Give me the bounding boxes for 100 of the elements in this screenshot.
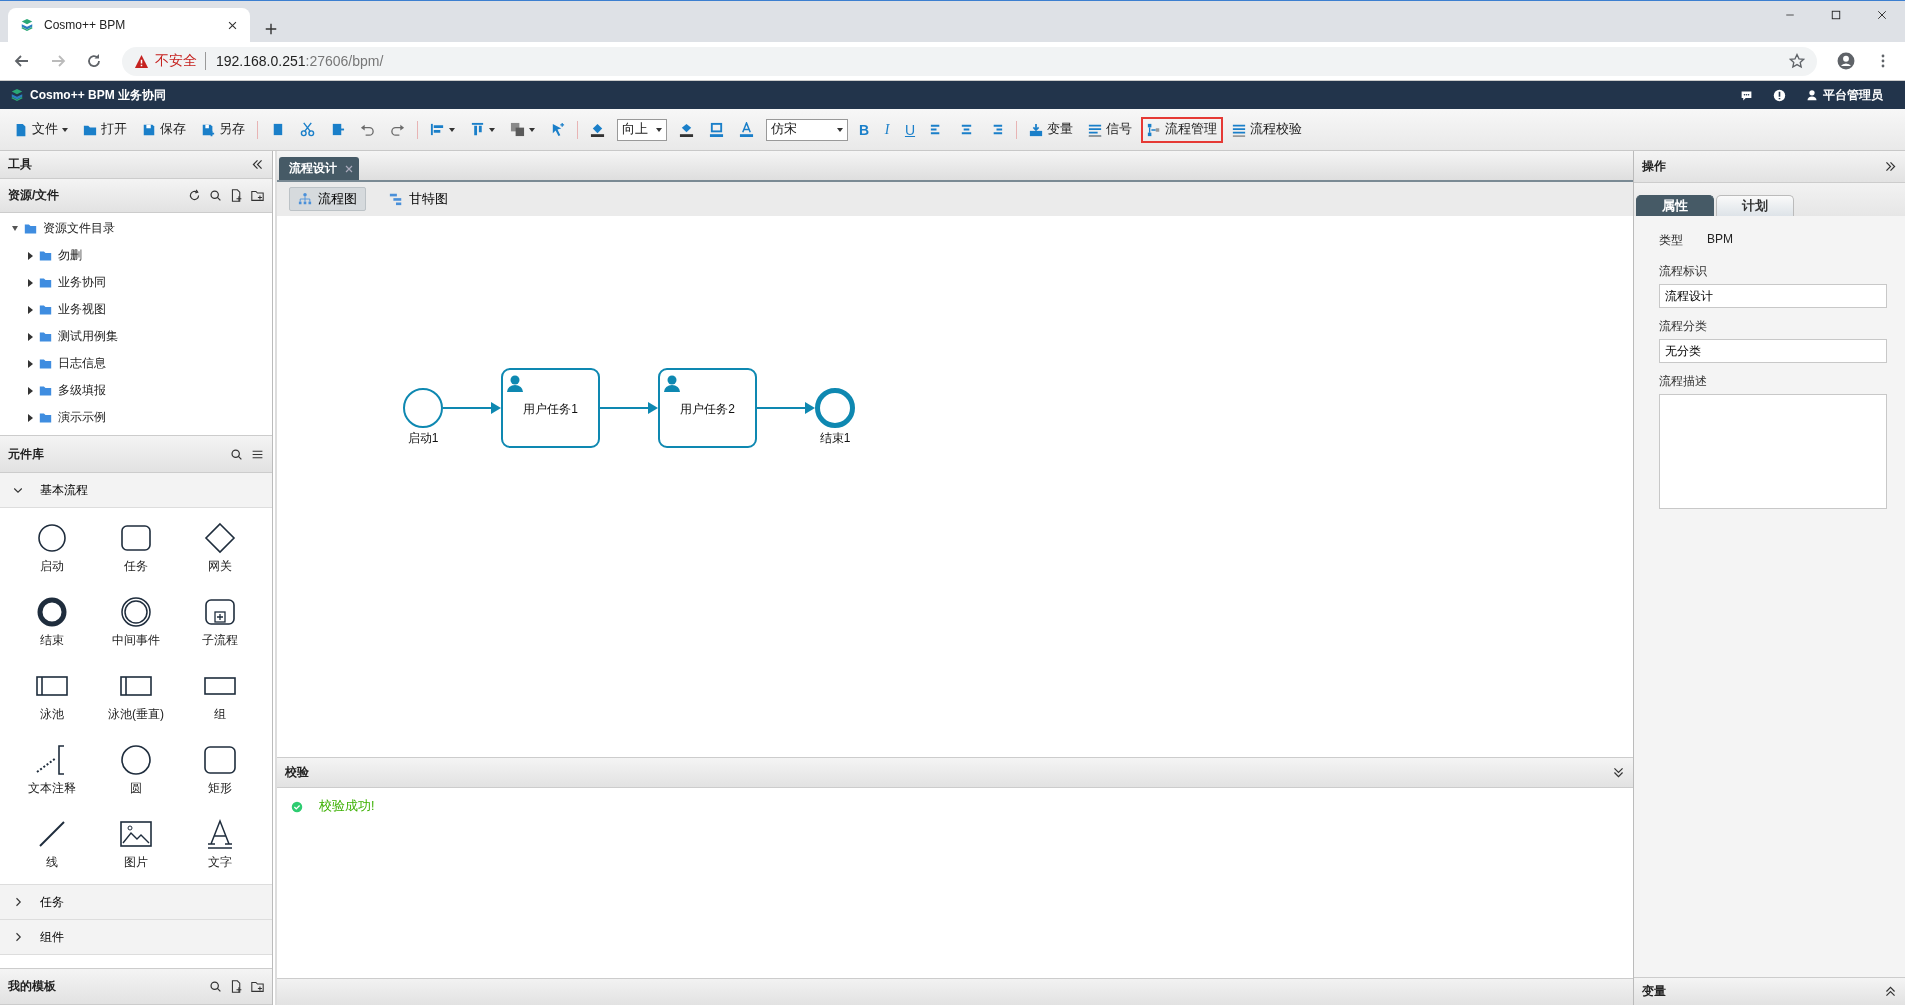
expand-arrow-icon[interactable] xyxy=(28,413,33,422)
input-field[interactable]: 无分类 xyxy=(1659,339,1887,363)
expand-arrow-icon[interactable] xyxy=(28,251,33,260)
dropdown-select[interactable]: 仿宋 xyxy=(766,118,848,141)
address-bar[interactable]: 不安全 192.168.0.251:27606/bpm/ xyxy=(122,46,1817,76)
valign-icon xyxy=(470,122,485,137)
save-as-button[interactable]: 另存 xyxy=(195,116,251,143)
new-tab-button[interactable] xyxy=(264,22,278,36)
profile-button[interactable] xyxy=(1837,52,1855,70)
node-label: 启动1 xyxy=(407,431,439,445)
expand-arrow-icon[interactable] xyxy=(28,359,33,368)
tree-item[interactable]: 勿删 xyxy=(0,242,272,269)
palette-item[interactable]: 组 xyxy=(178,664,262,728)
tree-item[interactable]: 业务协同 xyxy=(0,269,272,296)
description-field[interactable] xyxy=(1659,394,1887,509)
start-event[interactable] xyxy=(403,388,443,428)
user-icon xyxy=(1806,89,1818,101)
expand-arrow-icon[interactable] xyxy=(28,278,33,287)
expand-arrow-icon[interactable] xyxy=(28,305,33,314)
search-icon xyxy=(230,447,243,461)
expand-arrow-icon[interactable] xyxy=(12,226,18,231)
palette-item[interactable]: 线 xyxy=(10,812,94,876)
tree-item[interactable]: 日志信息 xyxy=(0,350,272,377)
messages-button[interactable] xyxy=(1740,88,1753,102)
back-button[interactable] xyxy=(14,53,30,69)
palette-item[interactable]: 泳池 xyxy=(10,664,94,728)
task-node[interactable] xyxy=(501,368,600,448)
search-button[interactable] xyxy=(209,980,222,993)
refresh-icon xyxy=(188,189,201,202)
process-check-button[interactable]: 流程校验 xyxy=(1226,116,1308,143)
end-event[interactable] xyxy=(815,388,855,428)
task-node[interactable] xyxy=(658,368,757,448)
variables-button[interactable]: 变量 xyxy=(1023,116,1079,143)
view-button[interactable]: 甘特图 xyxy=(380,187,457,211)
folder-icon xyxy=(39,303,52,316)
caret-icon xyxy=(62,127,68,132)
flow-arrow xyxy=(442,402,501,414)
node-label: 用户任务2 xyxy=(680,402,735,416)
user-menu[interactable]: 平台管理员 xyxy=(1806,86,1883,104)
tree-item[interactable]: 多级填报 xyxy=(0,377,272,404)
tree-item[interactable]: 演示示例 xyxy=(0,404,272,431)
caret-icon xyxy=(449,127,455,132)
folder-icon xyxy=(39,357,52,370)
palette-item[interactable]: 图片 xyxy=(94,812,178,876)
input-field[interactable]: 流程设计 xyxy=(1659,284,1887,308)
tree-item[interactable]: 测试用例集 xyxy=(0,323,272,350)
format-button[interactable]: I xyxy=(877,117,897,142)
palette-item[interactable]: 文本注释 xyxy=(10,738,94,802)
save-button[interactable]: 保存 xyxy=(136,116,192,143)
check-circle-icon xyxy=(291,800,303,813)
new-file-button[interactable] xyxy=(230,980,243,993)
palette-item[interactable]: 结束 xyxy=(10,590,94,654)
palette-item[interactable]: 启动 xyxy=(10,516,94,580)
alerts-button[interactable] xyxy=(1773,88,1786,102)
palette-item[interactable]: 圆 xyxy=(94,738,178,802)
field-label: 类型 xyxy=(1659,232,1683,249)
group-header[interactable]: 任务 xyxy=(0,885,272,920)
dropdown-select[interactable]: 向上 xyxy=(617,118,667,141)
double-chevron-up-icon xyxy=(1884,985,1897,998)
new-file-button[interactable] xyxy=(230,189,243,202)
format-button[interactable]: B xyxy=(854,117,874,142)
editor-tab[interactable]: 流程设计 xyxy=(279,157,359,180)
tree-item[interactable]: 业务视图 xyxy=(0,296,272,323)
field-label: 流程标识 xyxy=(1659,263,1708,280)
palette-item[interactable]: 任务 xyxy=(94,516,178,580)
panel-tab[interactable]: 计划 xyxy=(1716,195,1794,216)
group-header[interactable]: 基本流程 xyxy=(0,473,272,508)
browser-tab[interactable]: Cosmo++ BPM xyxy=(8,8,250,42)
collapse-button[interactable] xyxy=(1884,160,1897,173)
open-button[interactable]: 打开 xyxy=(77,116,133,143)
tree-item[interactable]: 资源文件目录 xyxy=(0,215,272,242)
close-icon[interactable] xyxy=(345,164,353,173)
signals-button[interactable]: 信号 xyxy=(1082,116,1138,143)
node-label: 结束1 xyxy=(819,431,851,445)
palette-item[interactable]: 网关 xyxy=(178,516,262,580)
view-button[interactable]: 流程图 xyxy=(289,187,366,211)
expand-button[interactable] xyxy=(1884,985,1897,998)
reload-button[interactable] xyxy=(86,53,102,69)
palette-item[interactable]: 矩形 xyxy=(178,738,262,802)
palette-item[interactable]: 泳池(垂直) xyxy=(94,664,178,728)
panel-tab[interactable]: 属性 xyxy=(1636,195,1714,216)
expand-arrow-icon[interactable] xyxy=(28,386,33,395)
expand-arrow-icon[interactable] xyxy=(28,332,33,341)
collapse-button[interactable] xyxy=(251,158,264,171)
search-button[interactable] xyxy=(209,189,222,202)
save-icon xyxy=(142,122,156,137)
format-button[interactable]: U xyxy=(900,117,920,142)
file-menu-button[interactable]: 文件 xyxy=(8,116,74,143)
group-header[interactable]: 组件 xyxy=(0,920,272,955)
palette-item[interactable]: 中间事件 xyxy=(94,590,178,654)
new-folder-button[interactable] xyxy=(251,189,264,202)
search-button[interactable] xyxy=(230,447,243,461)
chat-icon xyxy=(1740,88,1753,102)
folder-icon xyxy=(39,276,52,289)
collapse-button[interactable] xyxy=(1612,766,1625,779)
new-folder-button[interactable] xyxy=(251,980,264,993)
process-manage-button[interactable]: 流程管理 xyxy=(1141,116,1223,143)
palette-item[interactable]: 子流程 xyxy=(178,590,262,654)
refresh-button[interactable] xyxy=(188,189,201,202)
palette-item[interactable]: 文字 xyxy=(178,812,262,876)
